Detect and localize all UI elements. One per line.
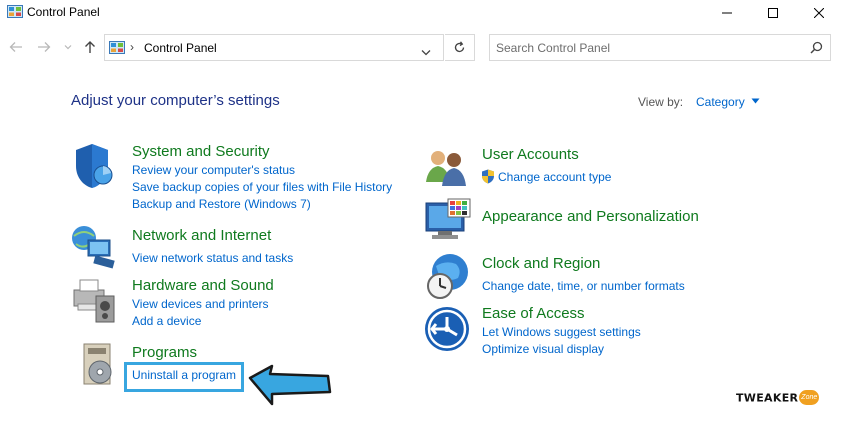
pointer-arrow-icon (248, 364, 332, 406)
recent-locations-button[interactable] (62, 39, 74, 55)
link-backup-restore[interactable]: Backup and Restore (Windows 7) (132, 197, 311, 211)
link-add-device[interactable]: Add a device (132, 314, 201, 328)
minimize-button[interactable] (704, 0, 750, 26)
category-title-system-security[interactable]: System and Security (132, 143, 270, 160)
link-change-account-type[interactable]: Change account type (498, 170, 611, 184)
breadcrumb-separator: › (130, 40, 134, 54)
link-date-time-formats[interactable]: Change date, time, or number formats (482, 279, 685, 293)
link-devices-printers[interactable]: View devices and printers (132, 297, 269, 311)
caret-down-icon (751, 98, 760, 104)
control-panel-icon (7, 5, 23, 18)
clock-globe-icon (427, 254, 468, 299)
close-icon (814, 8, 824, 18)
back-button[interactable] (8, 39, 24, 55)
chevron-down-icon (421, 50, 431, 56)
close-button[interactable] (796, 0, 842, 26)
arrow-right-icon (38, 42, 51, 52)
search-icon[interactable] (810, 41, 823, 54)
view-by-value: Category (696, 95, 745, 109)
link-network-status[interactable]: View network status and tasks (132, 251, 293, 265)
highlight-box (124, 362, 244, 392)
chevron-down-icon (64, 45, 72, 50)
ease-of-access-icon (425, 307, 469, 351)
refresh-icon (454, 41, 465, 53)
control-panel-small-icon (109, 41, 125, 54)
link-review-status[interactable]: Review your computer's status (132, 163, 295, 177)
category-title-ease-of-access[interactable]: Ease of Access (482, 305, 585, 322)
maximize-button[interactable] (750, 0, 796, 26)
title-bar: Control Panel (0, 0, 843, 26)
breadcrumb-control-panel[interactable]: Control Panel (144, 41, 217, 55)
category-title-hardware-sound[interactable]: Hardware and Sound (132, 277, 274, 294)
navigation-bar: › Control Panel (0, 34, 843, 64)
category-title-clock-region[interactable]: Clock and Region (482, 255, 600, 272)
address-bar[interactable]: › Control Panel (104, 34, 444, 61)
category-title-network-internet[interactable]: Network and Internet (132, 227, 271, 244)
address-dropdown-button[interactable] (421, 43, 431, 61)
window-title: Control Panel (27, 5, 100, 19)
programs-disc-icon (83, 343, 112, 385)
link-suggest-settings[interactable]: Let Windows suggest settings (482, 325, 641, 339)
up-button[interactable] (82, 39, 98, 55)
arrow-up-icon (85, 41, 95, 53)
monitor-palette-icon (425, 198, 471, 239)
refresh-button[interactable] (445, 34, 475, 61)
link-optimize-display[interactable]: Optimize visual display (482, 342, 604, 356)
category-title-appearance[interactable]: Appearance and Personalization (482, 208, 699, 225)
link-file-history[interactable]: Save backup copies of your files with Fi… (132, 180, 392, 194)
network-globe-icon (72, 226, 115, 269)
search-input[interactable] (496, 39, 796, 56)
logo-text: TWEAKER (736, 391, 799, 405)
tweaker-zone-logo: TWEAKER Zone (736, 389, 820, 407)
search-box[interactable] (489, 34, 831, 61)
uac-shield-icon (482, 169, 494, 184)
users-icon (426, 151, 466, 186)
category-title-user-accounts[interactable]: User Accounts (482, 146, 579, 163)
category-title-programs[interactable]: Programs (132, 344, 197, 361)
maximize-icon (768, 8, 778, 18)
minimize-icon (722, 12, 732, 14)
printer-speaker-icon (73, 279, 115, 323)
shield-icon (76, 144, 113, 188)
logo-badge: Zone (799, 390, 820, 406)
forward-button[interactable] (36, 39, 52, 55)
view-by-dropdown[interactable]: Category (696, 95, 760, 109)
view-by-label: View by: (638, 95, 684, 109)
arrow-left-icon (9, 42, 22, 52)
page-heading: Adjust your computer’s settings (71, 92, 280, 109)
